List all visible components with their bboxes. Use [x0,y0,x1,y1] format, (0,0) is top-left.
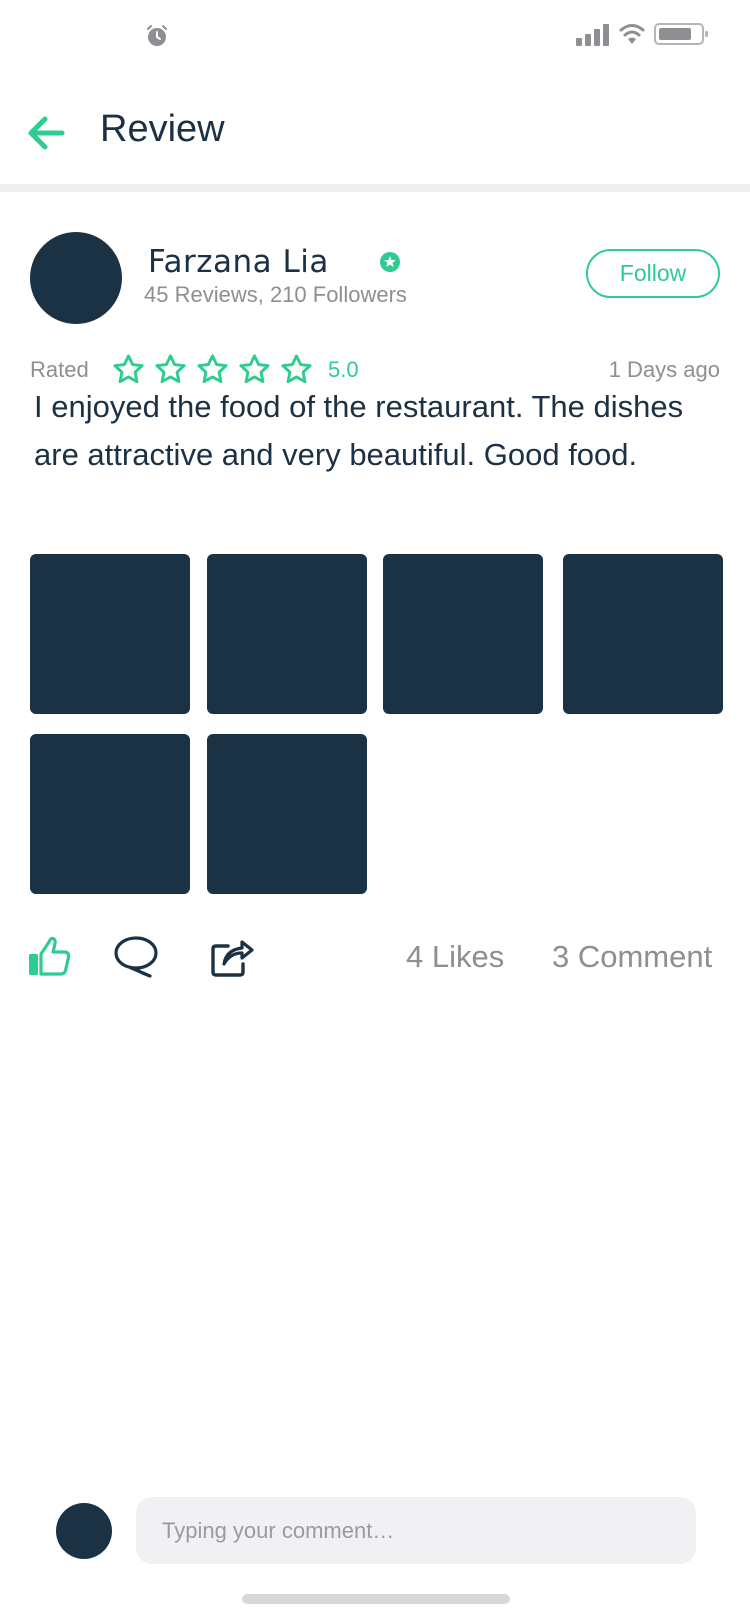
wifi-icon [619,24,645,44]
back-arrow-icon[interactable] [24,110,70,156]
status-bar [0,0,750,70]
review-photo[interactable] [30,554,190,714]
comments-count[interactable]: 3 Comment [552,939,712,975]
reviewer-avatar[interactable] [30,232,122,324]
star-icon [239,354,270,384]
verified-star-icon [380,252,400,272]
star-icon [155,354,186,384]
star-icon [197,354,228,384]
alarm-icon [147,25,167,46]
home-indicator[interactable] [242,1594,510,1604]
rating-value: 5.0 [328,357,359,382]
review-photo[interactable] [207,734,367,894]
star-rating [112,353,313,385]
header-divider [0,184,750,192]
signal-icon [576,24,609,46]
follow-button[interactable]: Follow [586,249,720,298]
star-icon [281,354,312,384]
reviewer-stats: 45 Reviews, 210 Followers [144,282,407,307]
review-text: I enjoyed the food of the restaurant. Th… [34,389,684,472]
rated-label: Rated [30,357,89,382]
review-photo[interactable] [563,554,723,714]
page-title: Review [100,108,225,150]
reviewer-name[interactable]: Farzana Lia [148,244,329,280]
review-date: 1 Days ago [608,357,720,382]
comment-input[interactable] [136,1497,696,1564]
review-screen: Review Farzana Lia 45 Reviews, 210 Follo… [0,0,750,1624]
battery-icon [654,23,708,45]
review-photo[interactable] [30,734,190,894]
commenter-avatar [56,1503,112,1559]
share-icon[interactable] [210,934,254,978]
review-photo[interactable] [207,554,367,714]
comment-icon[interactable] [112,934,160,978]
thumbs-up-icon[interactable] [27,934,71,978]
star-icon [113,354,144,384]
header: Review [0,90,750,174]
review-photo[interactable] [383,554,543,714]
likes-count[interactable]: 4 Likes [406,939,504,975]
